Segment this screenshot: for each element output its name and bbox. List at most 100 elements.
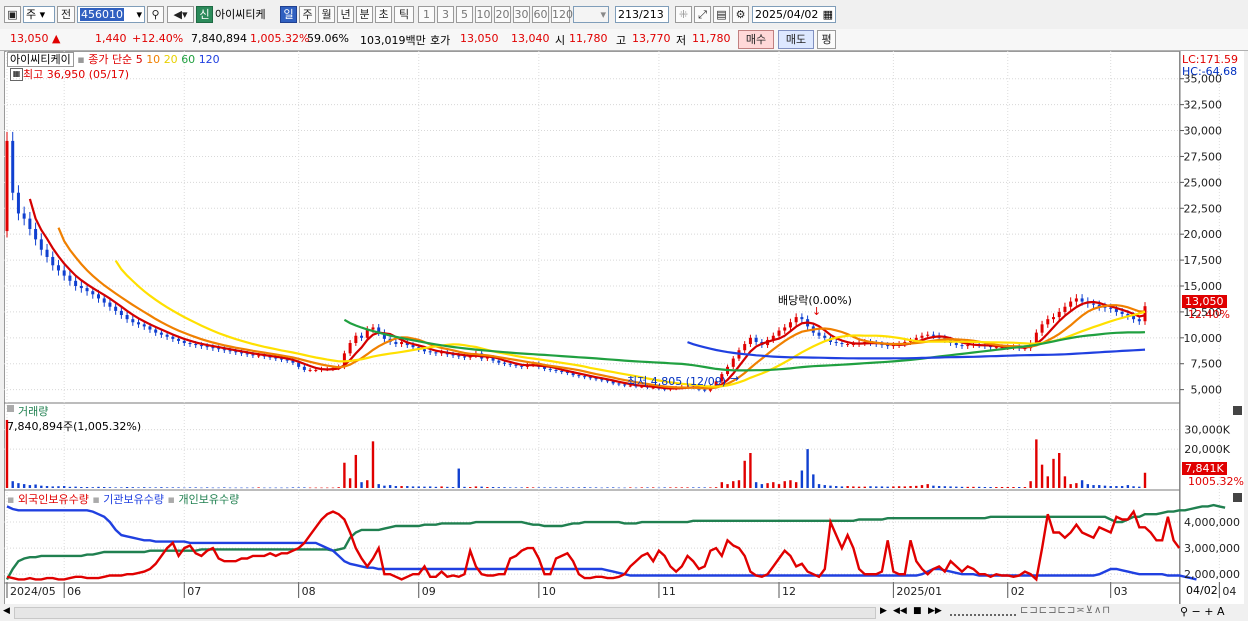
holding-close-icon[interactable]: [1233, 493, 1242, 502]
volume-bar: [1063, 476, 1067, 488]
candle-body: [960, 345, 964, 347]
volume-bar: [148, 487, 152, 488]
legend-square-icon: ▪: [77, 53, 85, 66]
candle-body: [508, 363, 512, 365]
volume-bar: [469, 487, 472, 488]
volume-title: 거래량: [18, 405, 49, 418]
volume-bar: [280, 487, 283, 489]
volume-bar: [995, 487, 998, 488]
candle-body: [177, 338, 181, 341]
volume-bar: [1040, 464, 1044, 488]
zoom-icons[interactable]: ⚲ − + A: [1180, 605, 1225, 618]
volume-bar: [234, 487, 237, 489]
candle-body: [1143, 306, 1147, 322]
volume-bar: [303, 487, 306, 488]
holding-tick-label: 3,000,000: [1184, 542, 1240, 555]
volume-bar: [571, 487, 575, 488]
holding-lines: [5, 503, 1226, 582]
volume-bar: [829, 485, 832, 488]
candle-body: [1052, 317, 1056, 320]
volume-bar: [537, 487, 541, 488]
volume-bar: [22, 484, 26, 488]
institution-holding-label: 기관보유수량: [103, 493, 165, 506]
volume-bar: [977, 486, 981, 488]
candle-body: [617, 383, 621, 385]
price-tick-label: 7,500: [1191, 358, 1223, 371]
volume-bar: [611, 487, 615, 488]
candle-body: [748, 337, 752, 345]
volume-bar: [240, 487, 243, 489]
candle-body: [62, 270, 66, 276]
volume-bar: [1029, 481, 1032, 488]
scroll-track[interactable]: [14, 607, 876, 619]
speed-slider[interactable]: [950, 608, 1016, 616]
volume-bar: [183, 487, 186, 489]
volume-bar: [714, 487, 718, 488]
volume-bar: [629, 487, 632, 488]
volume-bar: [354, 454, 358, 488]
candle-body: [754, 337, 758, 342]
volume-bar: [846, 486, 849, 488]
volume-bar: [137, 487, 140, 488]
volume-tick-label: 20,000K: [1184, 443, 1230, 456]
candle-body: [39, 239, 43, 250]
candle-body: [1057, 311, 1061, 318]
volume-bar: [446, 486, 449, 488]
volume-bar: [772, 482, 775, 488]
volume-bar: [760, 484, 764, 488]
volume-bar: [737, 480, 741, 488]
volume-bar: [114, 487, 117, 488]
stop-icon[interactable]: ■: [913, 606, 922, 616]
volume-bar: [400, 486, 403, 488]
volume-bar: [171, 487, 175, 488]
candle-body: [548, 368, 552, 370]
volume-bar: [1058, 453, 1061, 488]
volume-close-icon[interactable]: [1233, 406, 1242, 415]
candle-body: [45, 249, 49, 257]
candle-body: [1034, 332, 1038, 343]
volume-bar: [51, 486, 54, 488]
volume-bar: [263, 487, 266, 489]
candle-body: [1074, 298, 1078, 302]
volume-bar: [360, 482, 363, 488]
volume-bar: [543, 487, 546, 488]
candle-body: [428, 351, 432, 353]
month-label: 12: [782, 585, 796, 598]
holding-legend-square2-icon: ▪: [92, 493, 100, 506]
volume-bar: [1052, 458, 1055, 488]
volume-bar: [709, 487, 712, 488]
forward-icon[interactable]: ▶▶: [928, 606, 942, 616]
volume-bar: [377, 484, 380, 488]
month-label: 02: [1011, 585, 1025, 598]
volume-bar: [1143, 472, 1147, 488]
candle-body: [51, 256, 55, 266]
scroll-left-icon[interactable]: ◀: [3, 606, 10, 616]
candle-body: [131, 319, 135, 323]
rewind-icon[interactable]: ◀◀: [893, 606, 907, 616]
candle-body: [96, 294, 100, 299]
candle-body: [931, 334, 935, 336]
candle-body: [1063, 306, 1067, 312]
volume-bar: [777, 484, 781, 488]
volume-bar: [463, 486, 466, 488]
volume-bar: [286, 487, 289, 489]
volume-bar: [1080, 480, 1084, 488]
scroll-right-icon[interactable]: ▶: [880, 606, 887, 616]
volume-bar: [909, 486, 912, 488]
panel-menu-icon[interactable]: ▦: [10, 68, 23, 81]
candle-body: [125, 315, 129, 320]
candle-body: [1046, 319, 1050, 325]
volume-bar: [314, 487, 318, 489]
volume-bar: [125, 487, 129, 488]
candle-body: [834, 341, 838, 343]
volume-bar: [80, 487, 83, 488]
volume-bar: [674, 487, 678, 488]
volume-bar: [348, 478, 352, 488]
volume-bar: [983, 487, 987, 488]
candle-body: [297, 362, 301, 367]
volume-bar: [886, 486, 889, 488]
ma120-label: 120: [198, 53, 220, 66]
candle-body: [108, 302, 112, 307]
month-label: 2025/01: [896, 585, 942, 598]
drawing-tools-icons[interactable]: ⊏⊐⊏⊐⊏⊐≍⊻∧⊓: [1020, 605, 1111, 616]
